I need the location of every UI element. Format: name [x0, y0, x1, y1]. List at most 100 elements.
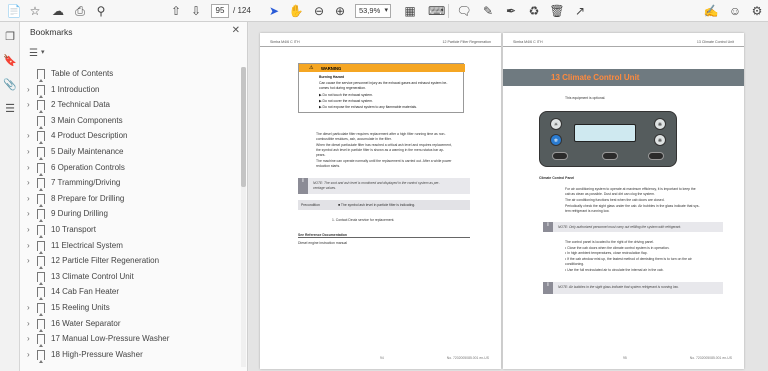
draw-icon[interactable]: ✒: [503, 3, 519, 19]
bookmark-icon: [37, 334, 45, 348]
info-icon: i: [543, 282, 553, 294]
chevron-right-icon[interactable]: ›: [27, 85, 30, 94]
sign-icon[interactable]: ✍: [703, 3, 719, 19]
bookmark-item[interactable]: › 11 Electrical System: [20, 239, 240, 255]
figure-caption: Climate Control Panel: [539, 176, 575, 180]
note-text: NOTE: The soot and ash level is monitore…: [313, 181, 440, 185]
panel-key: [552, 152, 568, 160]
bookmark-item[interactable]: › 7 Tramming/Driving: [20, 176, 240, 192]
keyboard-icon[interactable]: ⌨: [428, 3, 445, 19]
chevron-right-icon[interactable]: ›: [27, 178, 30, 187]
select-cursor-icon[interactable]: ➤: [266, 3, 282, 19]
user-icon[interactable]: ☺: [727, 3, 743, 19]
warning-line: Can cause the service personnel injury a…: [319, 81, 448, 85]
bookmark-item[interactable]: › 8 Prepare for Drilling: [20, 192, 240, 208]
body-line: When the diesel particulate filter has r…: [316, 143, 452, 147]
share-icon[interactable]: ↗: [572, 3, 588, 19]
body-line: The diesel particulate filter requires r…: [316, 132, 446, 136]
warning-bar: ⚠ WARNING: [299, 64, 465, 72]
bookmark-item[interactable]: › 18 High-Pressure Washer: [20, 348, 240, 364]
bookmark-icon: [37, 318, 45, 332]
procedure-row: Precondition ■ The symbol ash level in p…: [298, 200, 470, 210]
bookmark-item[interactable]: › 4 Product Description: [20, 129, 240, 145]
body-line: cab as clean as possible. Dust and dirt …: [565, 192, 655, 196]
bookmarks-icon[interactable]: 🔖: [3, 54, 17, 68]
chevron-right-icon[interactable]: ›: [27, 225, 30, 234]
bookmark-item[interactable]: › 12 Particle Filter Regeneration: [20, 254, 240, 270]
chevron-right-icon[interactable]: ›: [27, 209, 30, 218]
bookmark-item[interactable]: › 10 Transport: [20, 223, 240, 239]
zoom-in-icon[interactable]: ⊕: [332, 3, 348, 19]
body-line: combustible residues, ash, accumulate in…: [316, 137, 392, 141]
note-text: centage values.: [313, 186, 337, 190]
footer-page-number: 95: [623, 356, 627, 360]
search-icon[interactable]: ⚲: [93, 3, 109, 19]
page-thumbnails-icon[interactable]: ❐: [3, 30, 17, 44]
reference-text: Diesel engine instruction manual: [298, 241, 348, 245]
chevron-right-icon[interactable]: ›: [27, 100, 30, 109]
bookmark-item[interactable]: › 5 Daily Maintenance: [20, 145, 240, 161]
page-95: Simba M4/6 C ITH 13 Climate Control Unit…: [503, 33, 744, 369]
scrollbar-thumb[interactable]: [241, 67, 246, 187]
page-down-icon[interactable]: ⇩: [188, 3, 204, 19]
chevron-right-icon[interactable]: ›: [27, 334, 30, 343]
bookmark-star-icon[interactable]: ☆: [27, 3, 43, 19]
procedure-text: ■ The symbol ash level in particle filte…: [338, 203, 416, 207]
toolbar: 📄 ☆ ☁ ⎙ ⚲ ⇧ ⇩ 95 / 124 ➤ ✋ ⊖ ⊕ 53,9% ▦ ⌨…: [0, 0, 768, 22]
bookmark-item[interactable]: 14 Cab Fan Heater: [20, 285, 240, 301]
cloud-upload-icon[interactable]: ☁: [50, 3, 66, 19]
bookmark-item[interactable]: 3 Main Components: [20, 114, 240, 130]
warning-icon: ⚠: [309, 64, 314, 71]
zoom-select[interactable]: 53,9%: [355, 4, 391, 18]
bookmark-item[interactable]: › 16 Water Separator: [20, 317, 240, 333]
bookmark-label: 6 Operation Controls: [51, 162, 125, 172]
chevron-right-icon[interactable]: ›: [27, 163, 30, 172]
close-icon[interactable]: ✕: [232, 25, 240, 36]
highlight-pen-icon[interactable]: ✎: [480, 3, 496, 19]
fit-page-icon[interactable]: ▦: [402, 3, 418, 19]
attachments-icon[interactable]: 📎: [3, 78, 17, 92]
note-box: i NOTE: The soot and ash level is monito…: [298, 178, 470, 194]
page-number-input[interactable]: 95: [211, 4, 229, 18]
bookmark-label: 16 Water Separator: [51, 318, 121, 328]
chevron-right-icon[interactable]: ›: [27, 147, 30, 156]
file-icon[interactable]: 📄: [6, 3, 22, 19]
print-icon[interactable]: ⎙: [72, 3, 88, 19]
header-left: Simba M4/6 C ITH: [513, 40, 543, 44]
chevron-right-icon[interactable]: ›: [27, 131, 30, 140]
settings-icon[interactable]: ⚙: [749, 3, 765, 19]
note-box: i NOTE: Only authorized personnel must c…: [543, 222, 723, 232]
bookmarks-panel: Bookmarks ✕ ☰ ▾ Table of Contents › 1 Intr…: [20, 22, 248, 371]
bookmark-label: 2 Technical Data: [51, 100, 110, 110]
document-view[interactable]: Simba M4/6 C ITH 12 Particle Filter Rege…: [249, 22, 768, 371]
chevron-right-icon[interactable]: ›: [27, 303, 30, 312]
bookmark-item[interactable]: › 2 Technical Data: [20, 98, 240, 114]
page-up-icon[interactable]: ⇧: [168, 3, 184, 19]
layers-icon[interactable]: ☰: [3, 102, 17, 116]
comment-icon[interactable]: 🗨: [456, 3, 472, 19]
bookmark-label: 9 During Drilling: [51, 209, 108, 219]
chevron-right-icon[interactable]: ›: [27, 194, 30, 203]
chevron-right-icon[interactable]: ›: [27, 256, 30, 265]
bookmark-item[interactable]: › 1 Introduction: [20, 83, 240, 99]
bookmark-label: 5 Daily Maintenance: [51, 147, 124, 156]
chevron-right-icon[interactable]: ›: [27, 319, 30, 328]
chevron-right-icon[interactable]: ›: [27, 241, 30, 250]
zoom-out-icon[interactable]: ⊖: [311, 3, 327, 19]
bookmark-item[interactable]: › 17 Manual Low-Pressure Washer: [20, 332, 240, 348]
bookmark-item[interactable]: 13 Climate Control Unit: [20, 270, 240, 286]
bookmark-scrollbar[interactable]: [241, 67, 246, 367]
bookmark-item[interactable]: › 9 During Drilling: [20, 207, 240, 223]
bookmark-item[interactable]: › 15 Reeling Units: [20, 301, 240, 317]
bookmark-icon: [37, 287, 45, 301]
warning-title: WARNING: [321, 65, 342, 71]
hand-tool-icon[interactable]: ✋: [288, 3, 304, 19]
bookmark-item[interactable]: Table of Contents: [20, 67, 240, 83]
header-left: Simba M4/6 C ITH: [270, 40, 300, 44]
bookmark-item[interactable]: › 6 Operation Controls: [20, 161, 240, 177]
stamp-icon[interactable]: ♻: [526, 3, 542, 19]
delete-icon[interactable]: 🗑: [549, 3, 565, 19]
bookmark-label: 12 Particle Filter Regeneration: [51, 256, 160, 266]
bookmark-options-button[interactable]: ☰ ▾: [29, 48, 47, 60]
chevron-right-icon[interactable]: ›: [27, 350, 30, 359]
